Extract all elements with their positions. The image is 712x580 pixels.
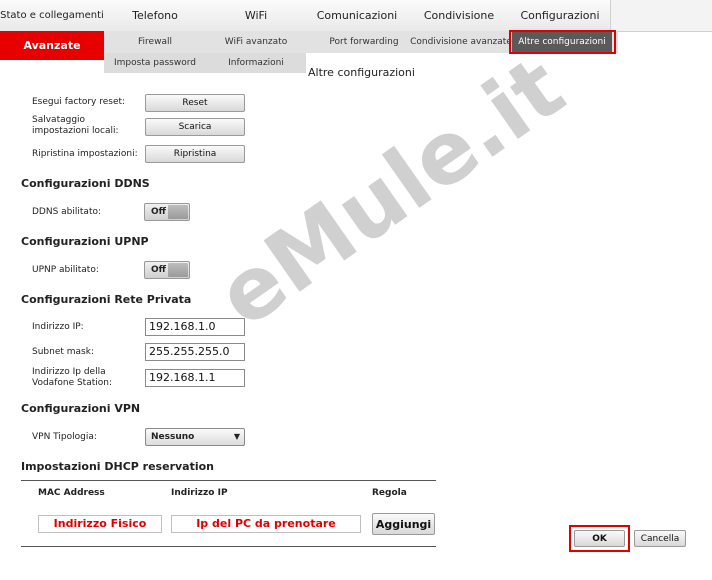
- subtab-label: WiFi avanzato: [224, 37, 288, 47]
- mac-address-input[interactable]: Indirizzo Fisico: [38, 515, 162, 533]
- restore-label: Ripristina impostazioni:: [32, 149, 138, 159]
- reset-label: Esegui factory reset:: [32, 97, 126, 107]
- column-header-ip: Indirizzo IP: [171, 488, 228, 498]
- tab-label: Telefono: [132, 9, 178, 22]
- button-label: OK: [592, 533, 607, 544]
- dhcp-section-title: Impostazioni DHCP reservation: [21, 460, 215, 473]
- column-header-mac: MAC Address: [38, 488, 105, 498]
- vpn-label: VPN Tipologia:: [32, 432, 97, 442]
- sub-navigation-row2: Imposta password Informazioni: [104, 53, 306, 73]
- column-header-rule: Regola: [372, 488, 407, 498]
- subnet-label: Subnet mask:: [32, 347, 94, 357]
- tab-condivisione[interactable]: Condivisione: [408, 0, 511, 31]
- ip-address-input[interactable]: 192.168.1.0: [145, 318, 245, 336]
- vpn-section-title: Configurazioni VPN: [21, 402, 141, 415]
- page-title: Altre configurazioni: [308, 66, 415, 79]
- download-button[interactable]: Scarica: [145, 118, 245, 136]
- toggle-knob: [168, 205, 188, 219]
- button-label: Reset: [182, 98, 208, 108]
- tab-stato-collegamenti[interactable]: Stato e collegamenti: [0, 0, 105, 31]
- reset-button[interactable]: Reset: [145, 94, 245, 112]
- subtab-informazioni[interactable]: Informazioni: [206, 53, 306, 73]
- lan-section-title: Configurazioni Rete Privata: [21, 293, 192, 306]
- tab-label: Condivisione: [423, 9, 495, 22]
- tab-label: Comunicazioni: [316, 9, 398, 22]
- select-value: Nessuno: [151, 432, 195, 442]
- cancel-button[interactable]: Cancella: [634, 530, 686, 547]
- top-navigation: Stato e collegamenti Telefono WiFi Comun…: [0, 0, 712, 32]
- tab-configurazioni[interactable]: Configurazioni: [510, 0, 611, 31]
- toggle-knob: [168, 263, 188, 277]
- sidebar-item-label: Avanzate: [23, 39, 81, 52]
- toggle-state: Off: [151, 207, 166, 217]
- station-ip-input[interactable]: 192.168.1.1: [145, 369, 245, 387]
- subtab-label: Condivisione avanzate: [410, 37, 512, 47]
- button-label: Scarica: [178, 122, 212, 132]
- ddns-toggle[interactable]: Off: [144, 203, 190, 221]
- ddns-label: DDNS abilitato:: [32, 207, 102, 217]
- subnet-mask-input[interactable]: 255.255.255.0: [145, 343, 245, 361]
- subtab-label: Firewall: [138, 37, 172, 47]
- toggle-state: Off: [151, 265, 166, 275]
- chevron-down-icon: ▼: [233, 432, 240, 441]
- upnp-toggle[interactable]: Off: [144, 261, 190, 279]
- save-settings-label: Salvataggio impostazioni locali:: [32, 115, 119, 136]
- table-bottom-divider: [21, 546, 436, 547]
- subtab-imposta-password[interactable]: Imposta password: [104, 53, 206, 73]
- subtab-firewall[interactable]: Firewall: [104, 32, 206, 52]
- table-top-divider: [21, 480, 436, 481]
- subtab-condivisione-avanzate[interactable]: Condivisione avanzate: [410, 32, 512, 52]
- ok-button[interactable]: OK: [574, 530, 625, 547]
- button-label: Cancella: [640, 533, 680, 544]
- tab-label: WiFi: [244, 9, 268, 22]
- button-label: Ripristina: [173, 149, 217, 159]
- subtab-label: Informazioni: [228, 58, 284, 68]
- tab-wifi[interactable]: WiFi: [206, 0, 307, 31]
- station-ip-label: Indirizzo Ip della Vodafone Station:: [32, 367, 112, 388]
- reserved-ip-input[interactable]: Ip del PC da prenotare: [171, 515, 361, 533]
- tab-label: Configurazioni: [520, 9, 600, 22]
- add-rule-button[interactable]: Aggiungi: [372, 513, 435, 535]
- tab-comunicazioni[interactable]: Comunicazioni: [306, 0, 409, 31]
- watermark-logo: eMule.it: [200, 37, 582, 347]
- subtab-label: Imposta password: [114, 58, 196, 68]
- sidebar-item-avanzate[interactable]: Avanzate: [0, 31, 104, 60]
- upnp-label: UPNP abilitato:: [32, 265, 99, 275]
- ddns-section-title: Configurazioni DDNS: [21, 177, 150, 190]
- upnp-section-title: Configurazioni UPNP: [21, 235, 149, 248]
- ip-label: Indirizzo IP:: [32, 322, 84, 332]
- button-label: Aggiungi: [375, 517, 432, 531]
- subtab-label: Port forwarding: [329, 37, 399, 47]
- subtab-wifi-avanzato[interactable]: WiFi avanzato: [206, 32, 306, 52]
- subtab-port-forwarding[interactable]: Port forwarding: [314, 32, 414, 52]
- vpn-type-select[interactable]: Nessuno ▼: [145, 428, 245, 446]
- tab-label: Stato e collegamenti: [0, 10, 104, 21]
- tab-telefono[interactable]: Telefono: [104, 0, 207, 31]
- restore-button[interactable]: Ripristina: [145, 145, 245, 163]
